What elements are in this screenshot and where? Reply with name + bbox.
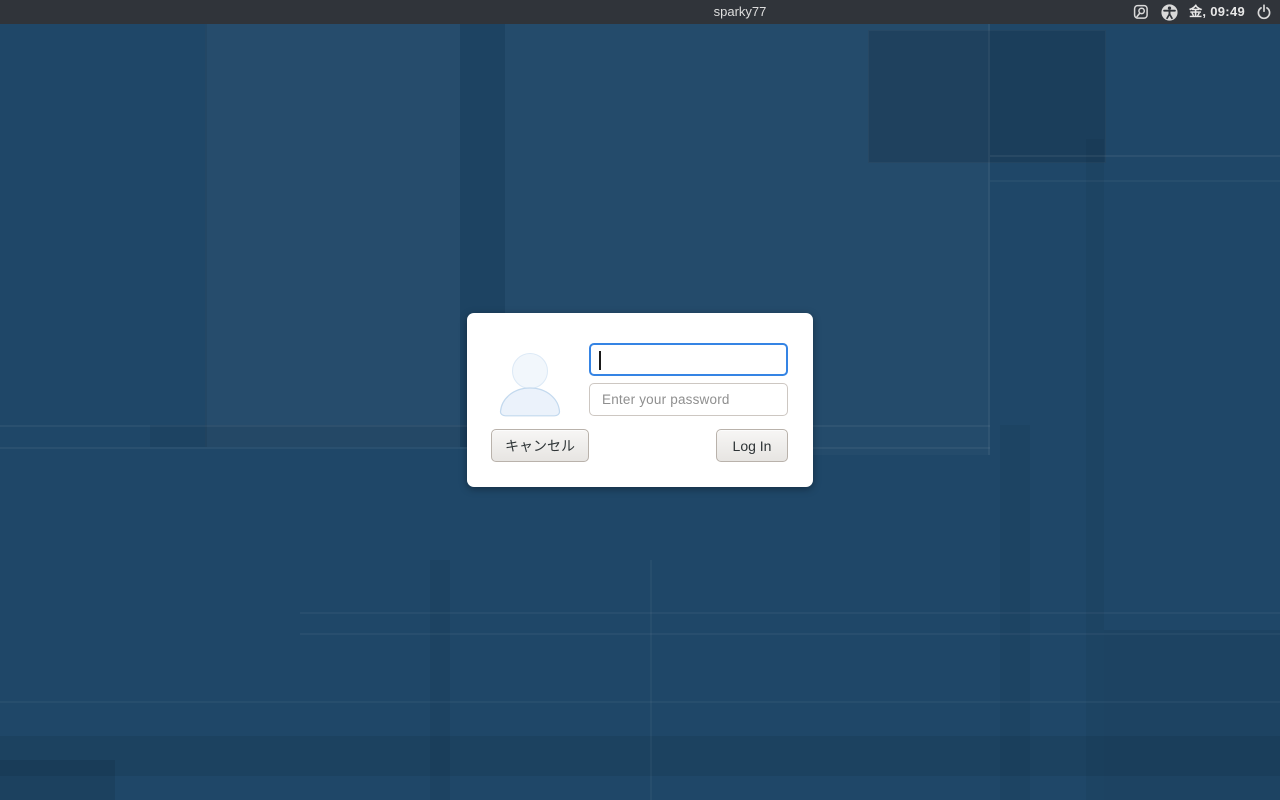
cancel-button[interactable]: キャンセル (491, 429, 589, 462)
top-bar: sparky77 金, 09:49 (0, 0, 1280, 24)
user-avatar-icon (497, 351, 563, 419)
wallpaper-shape (0, 701, 1280, 703)
login-dialog: Enter your password キャンセル Log In (467, 313, 813, 487)
password-input[interactable]: Enter your password (589, 383, 788, 416)
wallpaper-shape (0, 760, 115, 800)
wallpaper-shape (990, 180, 1280, 182)
wallpaper-shape (650, 560, 652, 800)
password-placeholder: Enter your password (602, 392, 730, 407)
clock-label[interactable]: 金, 09:49 (1189, 0, 1245, 24)
input-method-icon[interactable] (1133, 0, 1150, 24)
wallpaper-shape (0, 736, 1280, 776)
accessibility-icon[interactable] (1161, 0, 1178, 24)
text-caret (599, 351, 601, 370)
wallpaper-shape (868, 30, 1106, 163)
power-icon[interactable] (1256, 0, 1272, 24)
wallpaper-shape (205, 24, 460, 447)
wallpaper-shape (150, 425, 470, 447)
wallpaper-shape (990, 155, 1280, 157)
cancel-button-label: キャンセル (505, 437, 575, 454)
wallpaper-shape (300, 612, 1280, 614)
login-button-label: Log In (732, 437, 772, 454)
hostname-label: sparky77 (713, 4, 767, 19)
login-button[interactable]: Log In (716, 429, 788, 462)
username-input[interactable] (589, 343, 788, 376)
top-bar-status-area: 金, 09:49 (1133, 0, 1272, 24)
wallpaper-shape (1000, 425, 1030, 800)
